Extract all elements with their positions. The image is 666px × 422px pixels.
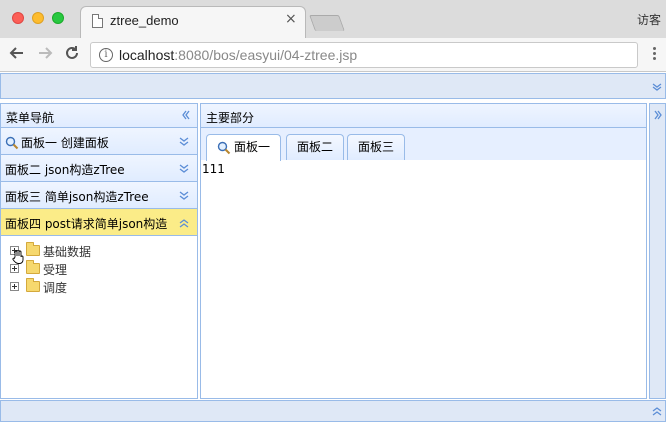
collapse-right-icon[interactable] [653, 110, 663, 120]
close-tab-icon[interactable]: × [285, 11, 297, 27]
close-window-button[interactable] [12, 12, 24, 24]
accordion-item-1[interactable]: 面板一 创建面板 [1, 128, 197, 155]
browser-toolbar: i localhost:8080/bos/easyui/04-ztree.jsp [0, 38, 666, 72]
forward-button[interactable] [36, 44, 54, 67]
collapse-north-icon[interactable] [652, 81, 662, 91]
arrow-right-icon [39, 47, 53, 59]
profile-label[interactable]: 访客 [637, 11, 661, 28]
expand-icon[interactable] [179, 191, 189, 201]
back-button[interactable] [8, 44, 26, 67]
center-panel-header: 主要部分 [201, 104, 646, 128]
reload-icon [66, 46, 78, 59]
tab-panel-1[interactable]: 面板一 [206, 134, 282, 161]
address-bar[interactable]: i localhost:8080/bos/easyui/04-ztree.jsp [90, 42, 638, 68]
accordion-title: 面板三 简单json构造zTree [5, 190, 149, 204]
menu-icon[interactable] [653, 47, 657, 62]
tab-panel-3[interactable]: 面板三 [347, 134, 406, 160]
expand-node-icon[interactable] [10, 282, 19, 291]
maximize-window-button[interactable] [52, 12, 64, 24]
expand-icon[interactable] [179, 164, 189, 174]
folder-icon [26, 278, 40, 292]
page-body: 菜单导航 面板一 创建面板 面板二 json构造zTree 面板三 简单json… [0, 73, 666, 422]
collapse-south-icon[interactable] [652, 406, 662, 416]
arrow-left-icon [9, 47, 23, 59]
tree-node[interactable]: 调度 [10, 278, 197, 296]
ztree: 基础数据 受理 调度 [1, 236, 197, 296]
tab-panel-2[interactable]: 面板二 [286, 134, 345, 160]
minimize-window-button[interactable] [32, 12, 44, 24]
accordion-item-2[interactable]: 面板二 json构造zTree [1, 155, 197, 182]
accordion-title: 面板四 post请求简单json构造 [5, 217, 168, 231]
collapse-icon[interactable] [179, 218, 189, 228]
west-panel-title: 菜单导航 [6, 111, 55, 125]
center-panel: 主要部分 面板一 面板二 面板三 111 [200, 103, 647, 399]
folder-icon [26, 260, 40, 274]
folder-icon [26, 242, 40, 256]
url-host: localhost [119, 47, 175, 63]
browser-titlebar: ztree_demo × 访客 [0, 0, 666, 38]
tree-node[interactable]: 受理 [10, 260, 197, 278]
south-region [0, 400, 666, 422]
url-path: :8080/bos/easyui/04-ztree.jsp [174, 47, 358, 63]
url-text[interactable]: localhost:8080/bos/easyui/04-ztree.jsp [119, 47, 357, 63]
tree-node-label[interactable]: 调度 [43, 279, 67, 296]
search-icon [217, 141, 231, 154]
north-region [0, 73, 666, 99]
tree-node[interactable]: 基础数据 [10, 242, 197, 264]
accordion-item-4[interactable]: 面板四 post请求简单json构造 [1, 209, 197, 236]
document-icon [92, 14, 103, 28]
reload-button[interactable] [63, 44, 81, 67]
accordion-title: 面板二 json构造zTree [5, 163, 125, 177]
tabs-bar: 面板一 面板二 面板三 [201, 128, 646, 161]
tab-content: 111 [202, 162, 225, 176]
collapse-left-icon[interactable] [181, 110, 191, 120]
new-tab-button[interactable] [309, 15, 345, 31]
accordion-title: 面板一 创建面板 [5, 134, 109, 151]
tree-node-label[interactable]: 基础数据 [43, 243, 91, 260]
search-icon [5, 136, 19, 150]
expand-icon[interactable] [179, 137, 189, 147]
browser-tab-title: ztree_demo [110, 13, 179, 28]
center-panel-title: 主要部分 [206, 111, 255, 125]
east-region [649, 103, 666, 399]
west-panel-header: 菜单导航 [1, 104, 197, 128]
expand-node-icon[interactable] [10, 264, 19, 273]
west-panel: 菜单导航 面板一 创建面板 面板二 json构造zTree 面板三 简单json… [0, 103, 198, 399]
accordion-item-3[interactable]: 面板三 简单json构造zTree [1, 182, 197, 209]
tree-node-label[interactable]: 受理 [43, 261, 67, 278]
info-icon[interactable]: i [99, 48, 113, 62]
